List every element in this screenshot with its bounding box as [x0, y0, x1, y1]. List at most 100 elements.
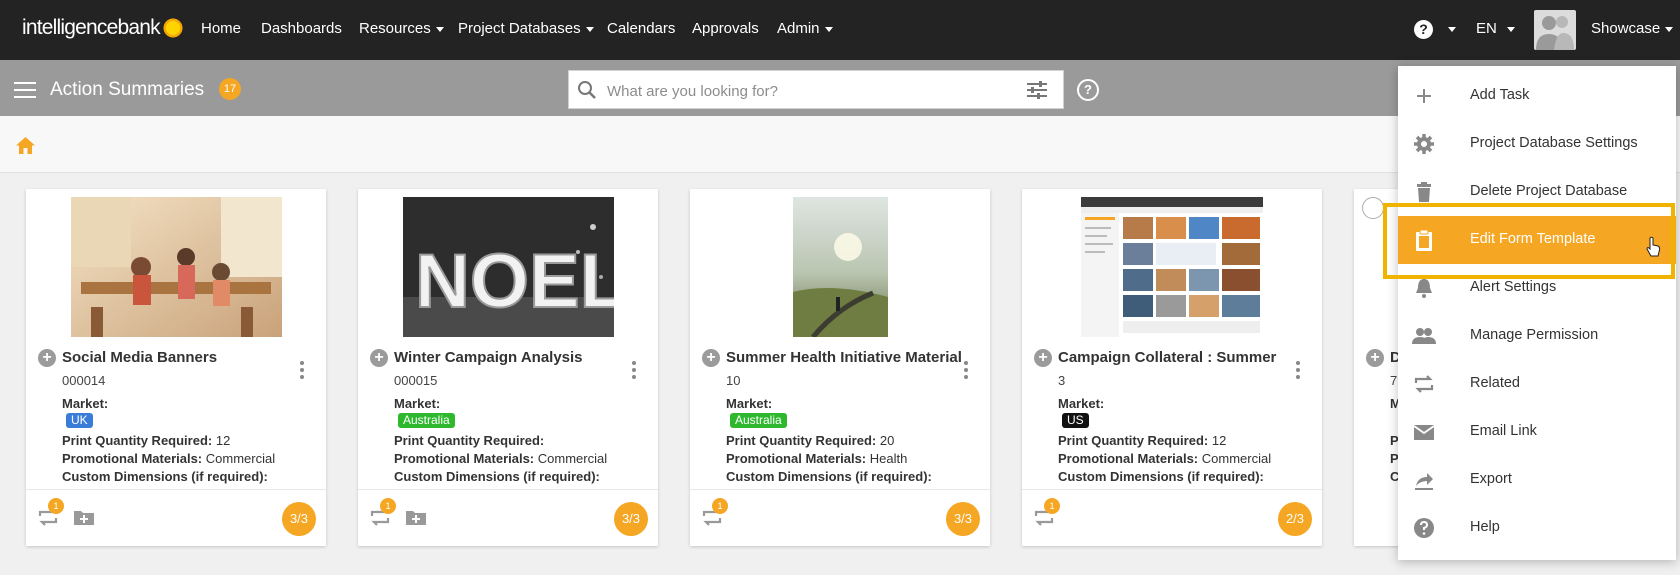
menu-item-export[interactable]: Export [1398, 456, 1676, 504]
print-quantity-field: Print Quantity Required: 12 [62, 433, 231, 448]
add-icon[interactable]: + [370, 349, 388, 367]
market-label: Market: [62, 396, 109, 411]
folder-add-icon[interactable] [404, 506, 428, 528]
market-label: Market: [726, 396, 773, 411]
card-footer: 1 2/3 [1022, 489, 1322, 547]
menu-item-label: Help [1470, 519, 1500, 535]
promotional-materials-field: Promotional Materials: Commercial [1058, 451, 1272, 466]
more-options-icon[interactable] [300, 361, 304, 382]
more-options-icon[interactable] [632, 361, 636, 382]
card-title[interactable]: Winter Campaign Analysis [394, 349, 583, 366]
add-icon[interactable]: + [702, 349, 720, 367]
custom-dimensions-field: Custom Dimensions (if required): [62, 469, 268, 484]
menu-item-add-task[interactable]: Add Task [1398, 72, 1676, 120]
caret-down-icon[interactable] [1448, 27, 1456, 32]
nav-admin-label: Admin [777, 20, 820, 37]
add-icon[interactable]: + [1366, 349, 1384, 367]
nav-approvals[interactable]: Approvals [692, 20, 759, 37]
market-label: Market: [394, 396, 441, 411]
help-icon[interactable]: ? [1414, 20, 1433, 39]
menu-item-manage-permission[interactable]: Manage Permission [1398, 312, 1676, 360]
page-title: Action Summaries [50, 79, 205, 100]
user-menu[interactable]: Showcase [1591, 20, 1674, 37]
related-count-badge: 1 [1044, 498, 1060, 514]
noel-lights-image: NOEL [403, 197, 614, 337]
folder-add-icon[interactable] [72, 506, 96, 528]
nav-home-label: Home [201, 20, 242, 37]
progress-badge: 3/3 [614, 502, 648, 536]
related-count-badge: 1 [380, 498, 396, 514]
menu-item-related[interactable]: Related [1398, 360, 1676, 408]
sun-logo-icon [161, 17, 184, 39]
menu-item-email-link[interactable]: Email Link [1398, 408, 1676, 456]
filter-sliders-icon[interactable] [1025, 79, 1049, 101]
logo-text: intelligencebank [22, 16, 161, 39]
card-thumbnail[interactable]: NOEL [403, 197, 614, 337]
promotional-materials-field: Promotional Materials: Commercial [394, 451, 608, 466]
card-thumbnail[interactable] [1081, 197, 1263, 337]
project-card[interactable]: + Summer Health Initiative Material 10 M… [690, 189, 990, 546]
caret-down-icon [585, 26, 594, 32]
project-card[interactable]: + Social Media Banners 000014 Market: UK… [26, 189, 326, 546]
card-footer: 1 3/3 [358, 489, 658, 547]
user-name: Showcase [1591, 20, 1661, 37]
card-number: 000015 [394, 373, 438, 388]
select-radio[interactable] [1362, 197, 1384, 219]
highlight-frame [1383, 203, 1675, 279]
card-title[interactable]: Campaign Collateral : Summer [1058, 349, 1276, 366]
avatar[interactable] [1534, 10, 1576, 50]
menu-item-project-database-settings[interactable]: Project Database Settings [1398, 120, 1676, 168]
add-icon[interactable]: + [38, 349, 56, 367]
market-label: Market: [1058, 396, 1105, 411]
card-title[interactable]: Social Media Banners [62, 349, 217, 366]
envelope-icon [1413, 425, 1435, 440]
project-card[interactable]: + Campaign Collateral : Summer 3 Market:… [1022, 189, 1322, 546]
gear-icon [1414, 134, 1434, 154]
language-selector[interactable]: EN [1476, 20, 1515, 37]
nav-calendars-label: Calendars [607, 20, 676, 37]
language-label: EN [1476, 20, 1497, 37]
menu-item-label: Email Link [1470, 423, 1537, 439]
user-silhouette-icon [1536, 16, 1574, 50]
card-footer: 1 3/3 [26, 489, 326, 547]
print-quantity-field: Print Quantity Required: [394, 433, 545, 448]
more-options-icon[interactable] [964, 361, 968, 382]
menu-item-help[interactable]: Help [1398, 504, 1676, 552]
nav-home[interactable]: Home [201, 20, 241, 37]
custom-dimensions-field: Custom Dimensions (if required): [1058, 469, 1264, 484]
menu-item-label: Export [1470, 471, 1512, 487]
hand-pointer-icon [1646, 236, 1661, 257]
home-icon[interactable] [15, 136, 36, 155]
search-input[interactable] [605, 79, 1009, 103]
menu-item-label: Delete Project Database [1470, 183, 1628, 199]
card-number: 000014 [62, 373, 106, 388]
project-card[interactable]: NOEL + Winter Campaign Analysis 000015 M… [358, 189, 658, 546]
search-bar [568, 70, 1064, 109]
count-badge: 17 [219, 78, 241, 100]
card-thumbnail[interactable] [71, 197, 282, 337]
share-icon [1415, 473, 1433, 490]
logo[interactable]: intelligencebank [22, 16, 184, 40]
card-thumbnail[interactable] [793, 197, 888, 337]
plus-icon [1417, 89, 1431, 103]
nav-project-databases[interactable]: Project Databases [458, 20, 594, 37]
card-number: 3 [1058, 373, 1066, 388]
trash-icon [1417, 182, 1431, 202]
hamburger-menu-icon[interactable] [14, 82, 36, 98]
nav-calendars[interactable]: Calendars [607, 20, 675, 37]
more-options-icon[interactable] [1296, 361, 1300, 382]
nav-project-databases-label: Project Databases [458, 20, 581, 37]
card-title[interactable]: Summer Health Initiative Material [726, 349, 962, 366]
nav-approvals-label: Approvals [692, 20, 759, 37]
caret-down-icon [435, 26, 444, 32]
bell-icon [1416, 279, 1432, 298]
nav-admin[interactable]: Admin [777, 20, 833, 37]
search-help-icon[interactable]: ? [1077, 79, 1099, 101]
nav-dashboards[interactable]: Dashboards [261, 20, 342, 37]
promotional-materials-field: Promotional Materials: Commercial [62, 451, 276, 466]
top-navigation: intelligencebank Home Dashboards Resourc… [0, 0, 1680, 60]
menu-item-label: Manage Permission [1470, 327, 1599, 343]
market-tag: UK [66, 413, 93, 428]
nav-resources[interactable]: Resources [359, 20, 444, 37]
add-icon[interactable]: + [1034, 349, 1052, 367]
